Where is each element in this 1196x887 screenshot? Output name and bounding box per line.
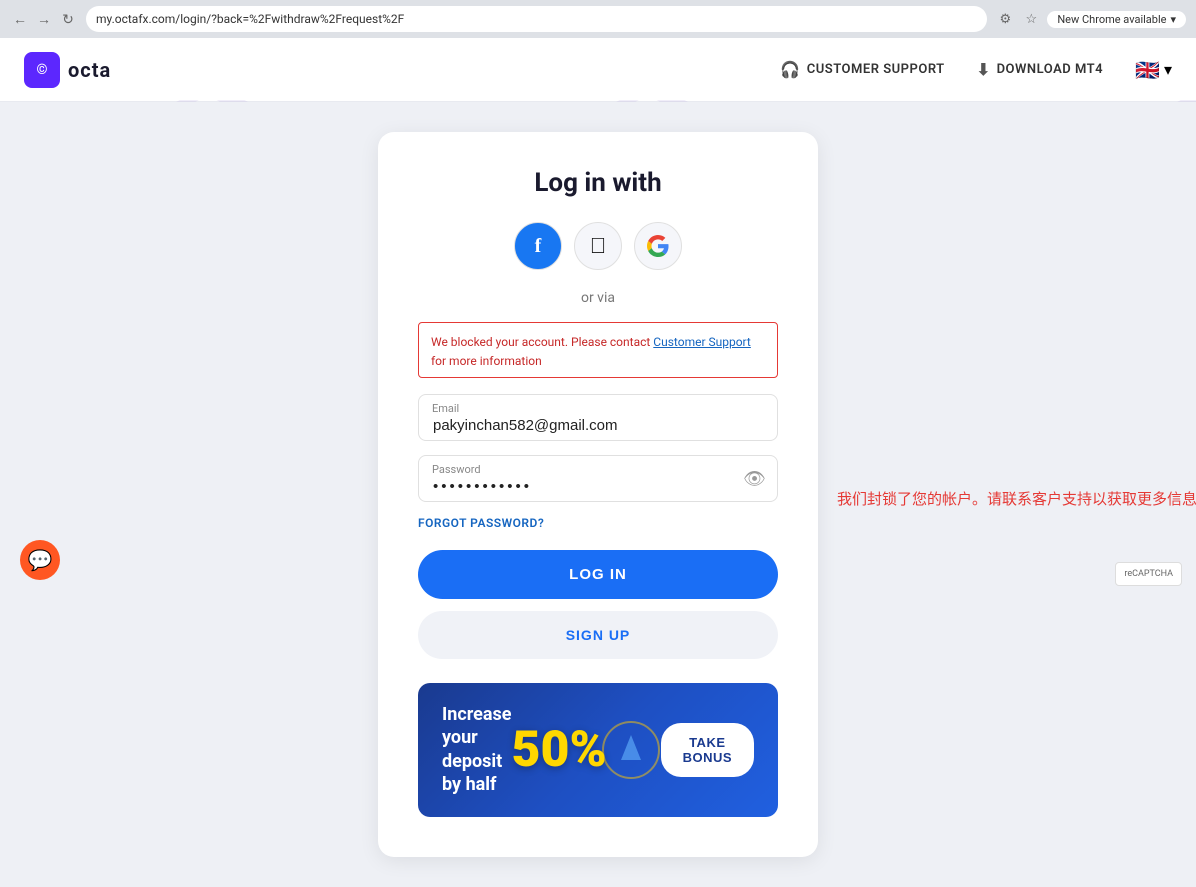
facebook-icon: f [535,235,542,258]
error-message-part2: for more information [431,354,542,368]
logo-area: © octa [24,52,111,88]
take-bonus-button[interactable]: TAKE BONUS [661,723,754,777]
page-content: Log in with f  or via We bl [0,102,1196,887]
bonus-percent: 50% [511,721,606,779]
download-mt4-label: DOWNLOAD MT4 [997,62,1103,77]
password-field-group: Password 👁 [418,455,778,502]
nav-download-mt4[interactable]: ⬇ DOWNLOAD MT4 [977,60,1103,79]
address-bar[interactable]: my.octafx.com/login/?back=%2Fwithdraw%2F… [86,6,987,32]
lang-chevron-icon: ▾ [1164,60,1172,79]
facebook-login-button[interactable]: f [514,222,562,270]
headset-icon: 🎧 [780,60,800,79]
bookmark-button[interactable]: ☆ [1021,9,1041,29]
chat-icon: 💬 [28,548,53,572]
bonus-text-area: Increase yourdeposit by half [442,703,511,797]
download-icon: ⬇ [977,60,991,79]
email-field-group: Email [418,394,778,441]
header-nav: 🎧 CUSTOMER SUPPORT ⬇ DOWNLOAD MT4 🇬🇧 ▾ [780,58,1172,82]
logo-icon: © [24,52,60,88]
apple-login-button[interactable]:  [574,222,622,270]
url-text: my.octafx.com/login/?back=%2Fwithdraw%2F… [96,12,404,26]
signup-button[interactable]: SIGN UP [418,611,778,659]
back-button[interactable]: ← [10,9,30,29]
new-chrome-badge: New Chrome available ▾ [1047,11,1186,28]
login-card: Log in with f  or via We bl [378,132,818,857]
google-icon [647,235,669,257]
customer-support-link[interactable]: Customer Support [653,335,751,349]
forgot-password-link[interactable]: FORGOT PASSWORD? [418,516,778,530]
customer-support-label: CUSTOMER SUPPORT [807,62,945,77]
social-buttons: f  [418,222,778,270]
email-label: Email [432,402,459,415]
bonus-title-text: Increase yourdeposit by half [442,704,511,795]
app-header: © octa 🎧 CUSTOMER SUPPORT ⬇ DOWNLOAD MT4… [0,38,1196,102]
flag-icon: 🇬🇧 [1135,58,1160,82]
password-label: Password [432,463,481,476]
bonus-banner: Increase yourdeposit by half 50% TAKE BO… [418,683,778,817]
chat-button[interactable]: 💬 [20,540,60,580]
error-box: We blocked your account. Please contact … [418,322,778,378]
forward-button[interactable]: → [34,9,54,29]
google-login-button[interactable] [634,222,682,270]
or-via-text: or via [418,290,778,306]
login-button[interactable]: LOG IN [418,550,778,599]
lang-selector[interactable]: 🇬🇧 ▾ [1135,58,1172,82]
error-message-part1: We blocked your account. Please contact [431,335,653,349]
login-title: Log in with [418,168,778,198]
apple-icon:  [590,233,607,259]
extension-button[interactable]: ⚙ [995,9,1015,29]
browser-actions: ⚙ ☆ New Chrome available ▾ [995,9,1186,29]
recaptcha-text: reCAPTCHA [1124,569,1173,579]
browser-bar: ← → ↻ my.octafx.com/login/?back=%2Fwithd… [0,0,1196,38]
refresh-button[interactable]: ↻ [58,9,78,29]
bonus-title: Increase yourdeposit by half [442,703,511,797]
error-text: We blocked your account. Please contact … [431,335,751,368]
browser-nav: ← → ↻ [10,9,78,29]
bonus-visual: 50% [511,720,660,780]
bonus-decoration-icon [601,720,661,780]
email-input[interactable] [418,394,778,441]
logo-text: octa [68,58,111,82]
recaptcha-badge: reCAPTCHA [1115,562,1182,586]
chevron-down-icon: ▾ [1170,13,1176,26]
chinese-note-text: 我们封锁了您的帐户。请联系客户支持以获取更多信息 [837,488,1196,509]
new-chrome-label: New Chrome available [1057,13,1166,26]
nav-customer-support[interactable]: 🎧 CUSTOMER SUPPORT [780,60,944,79]
password-eye-icon[interactable]: 👁 [743,468,766,489]
